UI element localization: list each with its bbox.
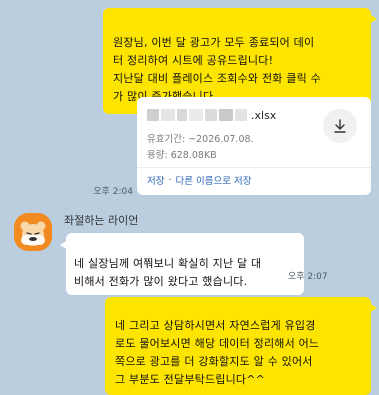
download-icon [334,119,346,133]
blurred-filename-part [235,109,247,121]
file-actions: 저장 · 다른 이름으로 저장 [147,173,252,188]
save-link[interactable]: 저장 [147,173,164,187]
message-text: 네 그리고 상담하시면서 자연스럽게 유입경 로도 물어보시면 해당 데이터 정… [115,319,320,386]
file-name: .xlsx [147,107,276,123]
blurred-filename-part [161,109,175,121]
blurred-filename-part [189,109,203,121]
my-message-bubble[interactable]: 네 그리고 상담하시면서 자연스럽게 유입경 로도 물어보시면 해당 데이터 정… [105,297,377,395]
blurred-filename-part [177,109,187,121]
message-text: 네 실장님께 여쭤보니 확실히 지난 달 대 비해서 전화가 많이 왔다고 했습… [74,257,262,288]
file-size: 용량: 628.08KB [147,150,217,161]
their-message-bubble[interactable]: 네 실장님께 여쭤보니 확실히 지난 달 대 비해서 전화가 많이 왔다고 했습… [60,233,304,295]
message-time: 오후 2:07 [288,272,328,282]
file-extension: .xlsx [251,108,277,122]
file-card-divider [137,167,371,168]
message-text: 원장님, 이번 달 광고가 모두 종료되어 데이 터 정리하여 시트에 공유드립… [113,36,321,103]
file-expiry: 유효기간: ~2026.07.08. [147,134,254,145]
save-as-link[interactable]: 다른 이름으로 저장 [176,173,252,187]
ryan-avatar-icon[interactable] [14,213,52,251]
blurred-filename-part [219,109,233,121]
separator-dot: · [168,174,172,186]
sender-name: 좌절하는 라이언 [64,214,139,227]
ryan-face-icon [20,221,46,246]
message-time: 오후 2:04 [93,187,133,197]
download-button[interactable] [323,109,357,143]
blurred-filename-part [205,109,217,121]
blurred-filename-part [147,109,159,121]
file-attachment-card[interactable]: .xlsx 유효기간: ~2026.07.08. 용량: 628.08KB 저장… [137,97,371,195]
